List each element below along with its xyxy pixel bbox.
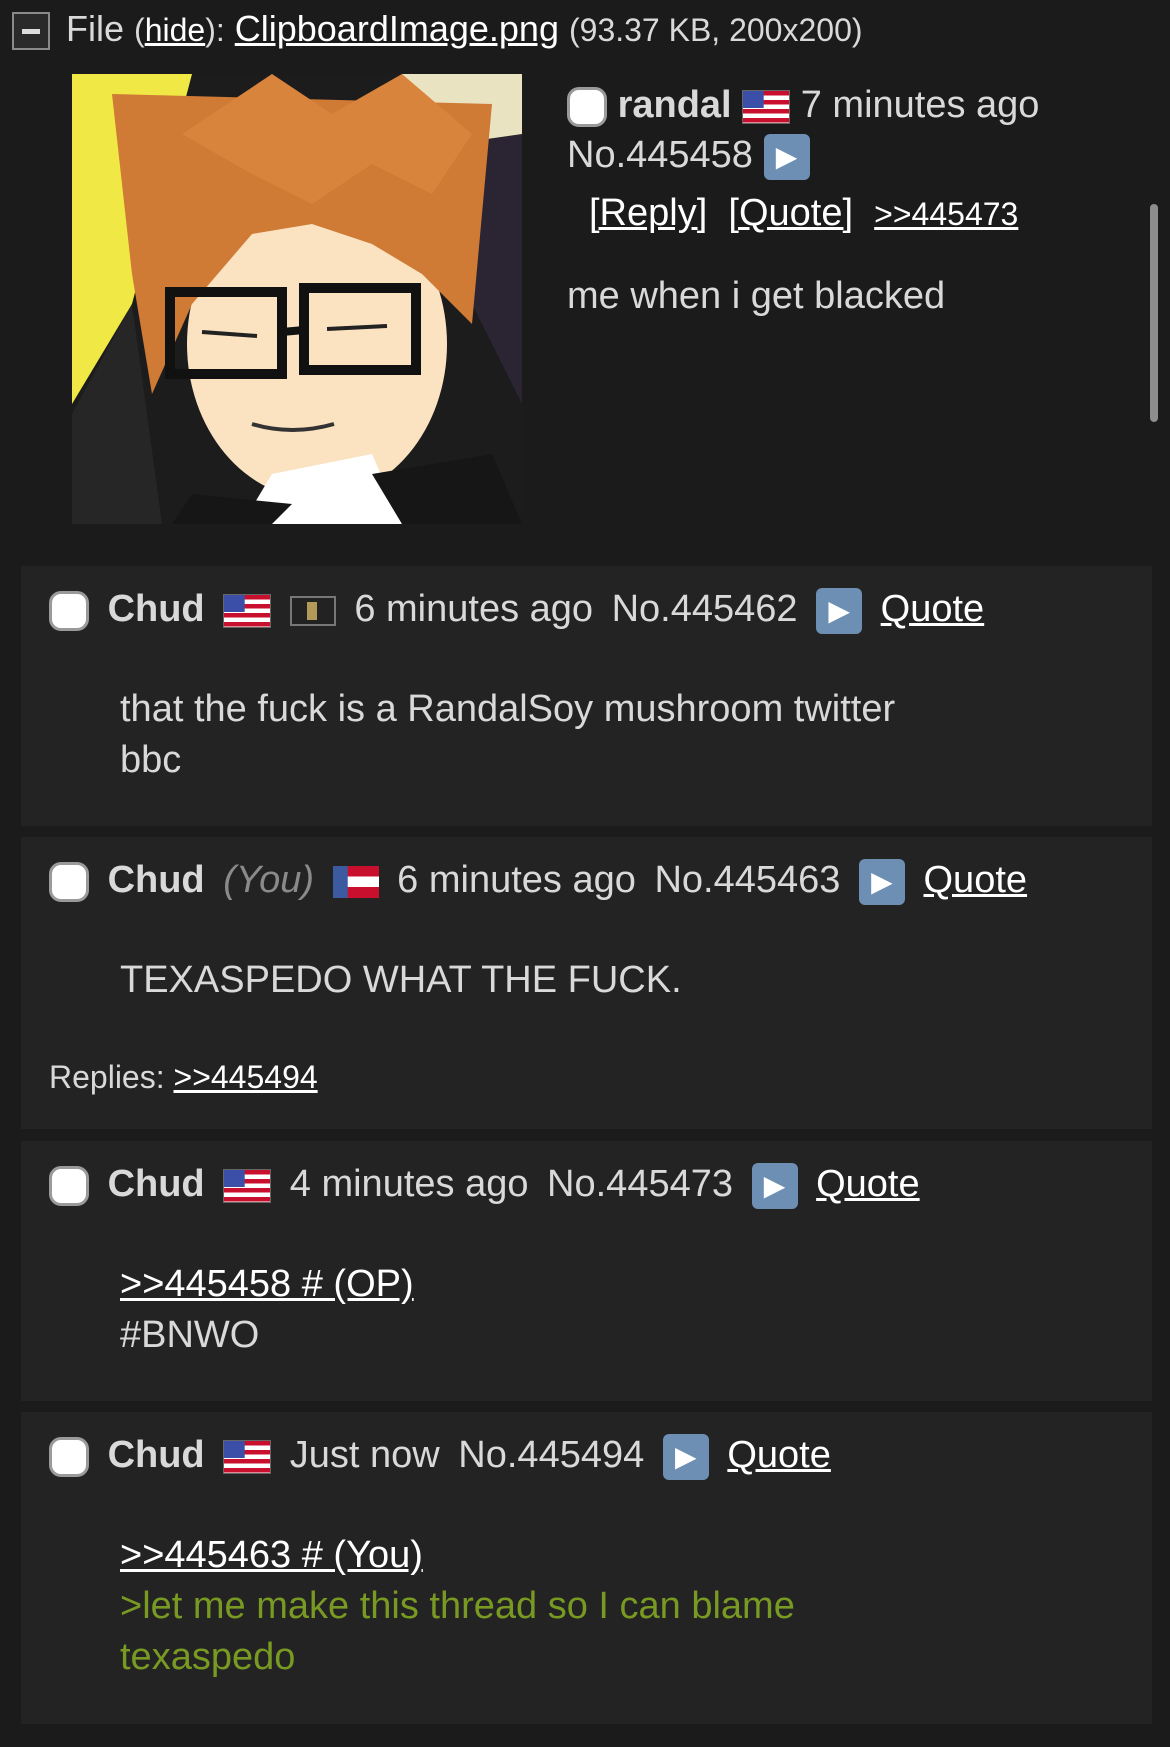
poster-name: Chud bbox=[107, 1434, 205, 1477]
replies-line: Replies: >>445494 bbox=[49, 1059, 318, 1096]
hide-open: ( bbox=[134, 12, 145, 48]
greentext-line: >let me make this thread so I can blame bbox=[120, 1585, 795, 1627]
op-comment: me when i get blacked bbox=[567, 275, 946, 317]
post-number[interactable]: No.445463 bbox=[654, 859, 840, 901]
op-actions: [Reply] [Quote] >>445473 bbox=[567, 188, 1137, 239]
comment-line: that the fuck is a RandalSoy mushroom tw… bbox=[120, 688, 896, 730]
us-flag-icon bbox=[223, 1169, 272, 1203]
comment-line: TEXASPEDO WHAT THE FUCK. bbox=[120, 959, 682, 1001]
reply-post: Chud Just now No.445494 ▶ Quote >>445463… bbox=[21, 1412, 1152, 1724]
quote-reference-link[interactable]: >>445463 # (You) bbox=[120, 1534, 423, 1576]
post-header: Chud Just now No.445494 ▶ Quote bbox=[49, 1434, 839, 1480]
op-post: randal 7 minutes ago No.445458 ▶ [Reply]… bbox=[567, 80, 1137, 321]
flat-flag-icon bbox=[289, 596, 336, 626]
minus-icon[interactable] bbox=[12, 12, 50, 51]
post-header: Chud (You) 6 minutes ago No.445463 ▶ Quo… bbox=[49, 859, 1035, 905]
play-icon[interactable]: ▶ bbox=[763, 133, 810, 180]
quote-link[interactable]: Quote bbox=[727, 1434, 831, 1476]
post-time: 6 minutes ago bbox=[397, 859, 636, 902]
quote-reference-link[interactable]: >>445458 # (OP) bbox=[120, 1263, 414, 1305]
op-thumbnail[interactable] bbox=[72, 74, 522, 524]
post-comment: >>445458 # (OP) #BNWO bbox=[120, 1259, 1020, 1361]
post-header: Chud 6 minutes ago No.445462 ▶ Quote bbox=[49, 588, 992, 634]
op-select-checkbox[interactable] bbox=[567, 86, 607, 127]
post-time: 4 minutes ago bbox=[289, 1163, 529, 1206]
op-backlink[interactable]: >>445473 bbox=[874, 196, 1018, 232]
reply-post: Chud 6 minutes ago No.445462 ▶ Quote tha… bbox=[21, 566, 1152, 826]
post-time: Just now bbox=[289, 1434, 440, 1477]
post-number[interactable]: No.445494 bbox=[458, 1434, 644, 1476]
post-header: Chud 4 minutes ago No.445473 ▶ Quote bbox=[49, 1163, 928, 1209]
comment-line: bbc bbox=[120, 739, 182, 781]
replies-label: Replies: bbox=[49, 1059, 165, 1095]
scrollbar[interactable] bbox=[1150, 204, 1158, 422]
post-comment: >>445463 # (You) >let me make this threa… bbox=[120, 1530, 1020, 1683]
post-number[interactable]: No.445473 bbox=[547, 1163, 733, 1205]
hide-close: ): bbox=[205, 12, 225, 48]
file-label: File bbox=[66, 8, 125, 49]
op-reply-link[interactable]: [Reply] bbox=[589, 192, 707, 234]
poster-name: Chud bbox=[107, 588, 205, 631]
post-select-checkbox[interactable] bbox=[49, 591, 89, 631]
op-time: 7 minutes ago bbox=[800, 84, 1040, 126]
comment-line: #BNWO bbox=[120, 1314, 260, 1356]
hide-link[interactable]: hide bbox=[145, 12, 206, 48]
file-header: File (hide): ClipboardImage.png (93.37 K… bbox=[12, 8, 863, 58]
post-comment: that the fuck is a RandalSoy mushroom tw… bbox=[120, 684, 1020, 786]
reply-backlink[interactable]: >>445494 bbox=[174, 1059, 318, 1095]
post-time: 6 minutes ago bbox=[354, 588, 594, 631]
file-meta: (93.37 KB, 200x200) bbox=[568, 12, 863, 48]
play-icon[interactable]: ▶ bbox=[858, 859, 905, 905]
reply-post: Chud (You) 6 minutes ago No.445463 ▶ Quo… bbox=[21, 837, 1152, 1129]
play-icon[interactable]: ▶ bbox=[662, 1434, 709, 1480]
play-icon[interactable]: ▶ bbox=[751, 1163, 798, 1209]
reply-post: Chud 4 minutes ago No.445473 ▶ Quote >>4… bbox=[21, 1141, 1152, 1401]
poster-name: Chud bbox=[107, 859, 205, 902]
you-marker: (You) bbox=[223, 859, 315, 902]
georgia-flag-icon bbox=[332, 866, 379, 898]
post-comment: TEXASPEDO WHAT THE FUCK. bbox=[120, 955, 1020, 1006]
op-poster-name: randal bbox=[617, 84, 732, 126]
post-select-checkbox[interactable] bbox=[49, 862, 89, 902]
quote-link[interactable]: Quote bbox=[924, 859, 1028, 901]
us-flag-icon bbox=[742, 89, 791, 124]
us-flag-icon bbox=[223, 594, 272, 628]
op-quote-link[interactable]: [Quote] bbox=[728, 192, 853, 234]
quote-link[interactable]: Quote bbox=[881, 588, 985, 630]
post-select-checkbox[interactable] bbox=[49, 1166, 89, 1206]
post-number[interactable]: No.445462 bbox=[612, 588, 798, 630]
us-flag-icon bbox=[223, 1440, 272, 1474]
poster-name: Chud bbox=[107, 1163, 205, 1206]
op-number[interactable]: No.445458 bbox=[567, 134, 753, 176]
file-name-link[interactable]: ClipboardImage.png bbox=[235, 8, 559, 49]
greentext-line: texaspedo bbox=[120, 1636, 296, 1678]
play-icon[interactable]: ▶ bbox=[816, 588, 863, 634]
post-select-checkbox[interactable] bbox=[49, 1437, 89, 1477]
quote-link[interactable]: Quote bbox=[816, 1163, 920, 1205]
thumbnail-illustration bbox=[72, 74, 522, 524]
op-header-line: randal 7 minutes ago No.445458 ▶ bbox=[567, 80, 1137, 180]
